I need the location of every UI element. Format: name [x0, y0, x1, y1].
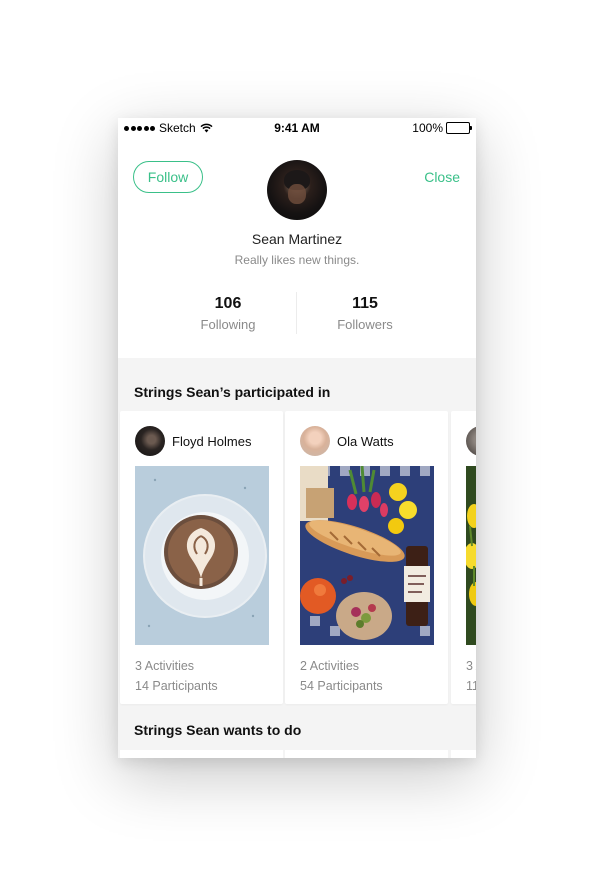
- battery-percent: 100%: [412, 121, 443, 135]
- following-stat[interactable]: 106 Following: [153, 295, 303, 332]
- followers-label: Followers: [337, 317, 393, 332]
- status-right: 100%: [412, 121, 472, 135]
- participated-section-title: Strings Sean’s participated in: [134, 384, 331, 400]
- avatar: [466, 426, 476, 456]
- participants-count: 11 Participants: [466, 679, 476, 693]
- picnic-food-photo[interactable]: [300, 466, 434, 645]
- card-user[interactable]: Ola Watts: [300, 426, 394, 456]
- card-username: Ola Watts: [337, 433, 394, 449]
- battery-icon: [446, 122, 472, 134]
- followers-count: 115: [352, 295, 378, 312]
- wants-section-title: Strings Sean wants to do: [134, 722, 302, 738]
- card-meta: 3 Activities 11 Participants: [466, 656, 476, 696]
- yellow-flowers-photo[interactable]: [466, 466, 476, 645]
- card-meta: 2 Activities 54 Participants: [300, 656, 383, 696]
- profile-avatar[interactable]: [267, 160, 327, 220]
- participants-count: 54 Participants: [300, 679, 383, 693]
- profile-name: Sean Martinez: [251, 231, 343, 247]
- profile-tagline: Really likes new things.: [234, 253, 360, 267]
- string-card[interactable]: [285, 750, 448, 758]
- follow-button[interactable]: Follow: [133, 161, 203, 193]
- string-card[interactable]: [120, 750, 283, 758]
- card-user[interactable]: [466, 426, 476, 456]
- string-card[interactable]: Ola Watts 2 Activities 54 Participants: [285, 411, 448, 704]
- string-card[interactable]: Floyd Holmes 3 Activities 14 Participant…: [120, 411, 283, 704]
- latte-art-photo[interactable]: [135, 466, 269, 645]
- card-username: Floyd Holmes: [172, 433, 252, 449]
- activities-count: 3 Activities: [135, 659, 195, 673]
- status-bar: Sketch 9:41 AM 100%: [118, 118, 476, 138]
- profile-header: Follow Close Sean Martinez Really likes …: [118, 138, 476, 358]
- card-meta: 3 Activities 14 Participants: [135, 656, 218, 696]
- avatar: [135, 426, 165, 456]
- following-count: 106: [214, 295, 242, 312]
- participants-count: 14 Participants: [135, 679, 218, 693]
- card-user[interactable]: Floyd Holmes: [135, 426, 251, 456]
- activities-count: 3 Activities: [466, 659, 476, 673]
- avatar: [300, 426, 330, 456]
- close-button[interactable]: Close: [424, 169, 460, 185]
- activities-count: 2 Activities: [300, 659, 360, 673]
- following-label: Following: [200, 317, 256, 332]
- string-card[interactable]: 3 Activities 11 Participants: [451, 411, 476, 704]
- phone-screen: Sketch 9:41 AM 100% Follow Close Sean Ma…: [118, 118, 476, 758]
- followers-stat[interactable]: 115 Followers: [290, 295, 440, 332]
- string-card[interactable]: [451, 750, 476, 758]
